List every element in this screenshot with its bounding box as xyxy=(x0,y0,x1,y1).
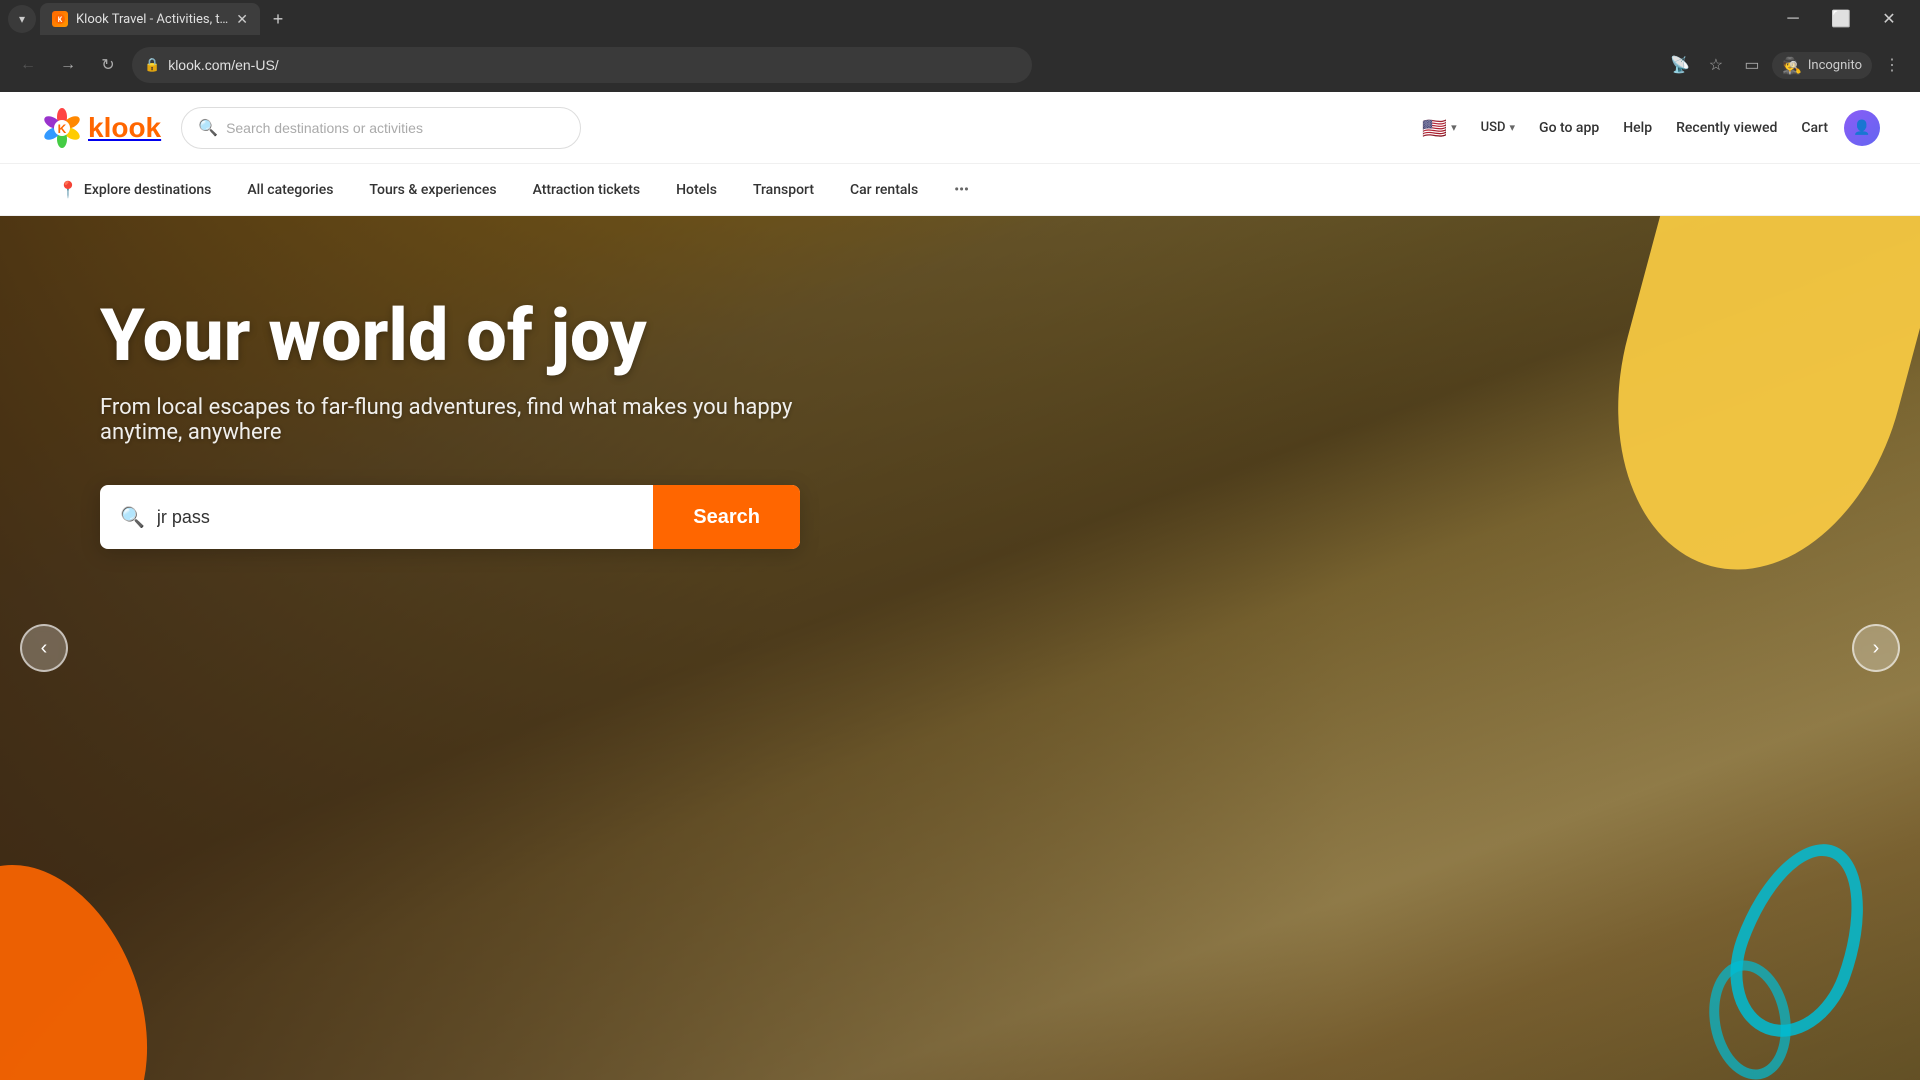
tab-close-button[interactable]: ✕ xyxy=(236,11,248,28)
location-pin-icon: 📍 xyxy=(58,180,78,199)
nav-categories-label: All categories xyxy=(247,182,333,198)
incognito-icon: 🕵 xyxy=(1782,56,1802,75)
nav-transport-label: Transport xyxy=(753,182,814,198)
cast-button[interactable]: 📡 xyxy=(1664,49,1696,81)
new-tab-button[interactable]: + xyxy=(264,5,292,33)
carousel-next-button[interactable]: › xyxy=(1852,624,1900,672)
nav-tours-label: Tours & experiences xyxy=(369,182,496,198)
svg-text:K: K xyxy=(58,122,67,136)
site-header: K klook 🔍 🇺🇸 ▾ USD ▾ Go to app Help Rece… xyxy=(0,92,1920,164)
nav-explore-label: Explore destinations xyxy=(84,182,211,198)
bookmark-button[interactable]: ☆ xyxy=(1700,49,1732,81)
nav-attraction-label: Attraction tickets xyxy=(533,182,641,198)
forward-button[interactable]: → xyxy=(52,49,84,81)
svg-text:K: K xyxy=(58,16,63,24)
incognito-badge: 🕵 Incognito xyxy=(1772,52,1872,79)
recently-viewed-link[interactable]: Recently viewed xyxy=(1668,116,1785,140)
more-options-button[interactable]: ⋮ xyxy=(1876,49,1908,81)
chevron-down-icon: ▾ xyxy=(1510,121,1516,134)
tab-group-button[interactable]: ▾ xyxy=(8,5,36,33)
maximize-button[interactable]: ⬜ xyxy=(1818,0,1864,38)
sidebar-button[interactable]: ▭ xyxy=(1736,49,1768,81)
back-button[interactable]: ← xyxy=(12,49,44,81)
nav-hotels-label: Hotels xyxy=(676,182,717,198)
url-input[interactable]: klook.com/en-US/ xyxy=(168,57,1020,73)
hero-search-icon: 🔍 xyxy=(120,505,145,529)
nav-all-categories[interactable]: All categories xyxy=(229,164,351,216)
address-bar[interactable]: 🔒 klook.com/en-US/ xyxy=(132,47,1032,83)
site-nav: 📍 Explore destinations All categories To… xyxy=(0,164,1920,216)
user-avatar[interactable]: 👤 xyxy=(1844,110,1880,146)
klook-logo-text: klook xyxy=(88,112,161,144)
nav-attraction-tickets[interactable]: Attraction tickets xyxy=(515,164,659,216)
hero-search-bar: 🔍 Search xyxy=(100,485,800,549)
help-link[interactable]: Help xyxy=(1615,116,1660,140)
close-window-button[interactable]: ✕ xyxy=(1866,0,1912,38)
tab-title: Klook Travel - Activities, tours, xyxy=(76,12,228,27)
lock-icon: 🔒 xyxy=(144,58,160,73)
goto-app-link[interactable]: Go to app xyxy=(1531,116,1607,140)
header-nav: 🇺🇸 ▾ USD ▾ Go to app Help Recently viewe… xyxy=(1414,110,1880,146)
nav-tours-experiences[interactable]: Tours & experiences xyxy=(351,164,514,216)
nav-car-rentals[interactable]: Car rentals xyxy=(832,164,936,216)
refresh-button[interactable]: ↻ xyxy=(92,49,124,81)
klook-logo-icon: K xyxy=(40,106,84,150)
site-search-bar[interactable]: 🔍 xyxy=(181,107,581,149)
currency-selector[interactable]: USD ▾ xyxy=(1473,116,1523,139)
nav-transport[interactable]: Transport xyxy=(735,164,832,216)
active-tab[interactable]: K Klook Travel - Activities, tours, ✕ xyxy=(40,3,260,35)
klook-logo[interactable]: K klook xyxy=(40,106,161,150)
hero-section: ‹ › Your world of joy From local escapes… xyxy=(0,216,1920,1080)
more-dots-icon: ••• xyxy=(954,182,969,198)
nav-car-rentals-label: Car rentals xyxy=(850,182,918,198)
minimize-button[interactable]: ─ xyxy=(1770,0,1816,38)
incognito-label: Incognito xyxy=(1808,58,1862,73)
hero-title: Your world of joy xyxy=(100,296,800,375)
search-icon: 🔍 xyxy=(198,118,218,137)
tab-favicon: K xyxy=(52,11,68,27)
carousel-prev-button[interactable]: ‹ xyxy=(20,624,68,672)
flag-icon: 🇺🇸 xyxy=(1422,116,1447,140)
website-content: K klook 🔍 🇺🇸 ▾ USD ▾ Go to app Help Rece… xyxy=(0,92,1920,1080)
nav-hotels[interactable]: Hotels xyxy=(658,164,735,216)
hero-search-button[interactable]: Search xyxy=(653,485,800,549)
language-selector[interactable]: 🇺🇸 ▾ xyxy=(1414,112,1464,144)
hero-subtitle: From local escapes to far-flung adventur… xyxy=(100,395,800,445)
hero-search-input[interactable] xyxy=(157,507,641,528)
currency-label: USD xyxy=(1481,120,1506,135)
hero-content: Your world of joy From local escapes to … xyxy=(0,216,900,629)
nav-more[interactable]: ••• xyxy=(936,164,987,216)
chevron-down-icon: ▾ xyxy=(1451,121,1457,134)
cart-link[interactable]: Cart xyxy=(1793,116,1836,140)
site-search-input[interactable] xyxy=(226,120,564,136)
nav-explore-destinations[interactable]: 📍 Explore destinations xyxy=(40,164,229,216)
avatar-icon: 👤 xyxy=(1853,120,1870,136)
